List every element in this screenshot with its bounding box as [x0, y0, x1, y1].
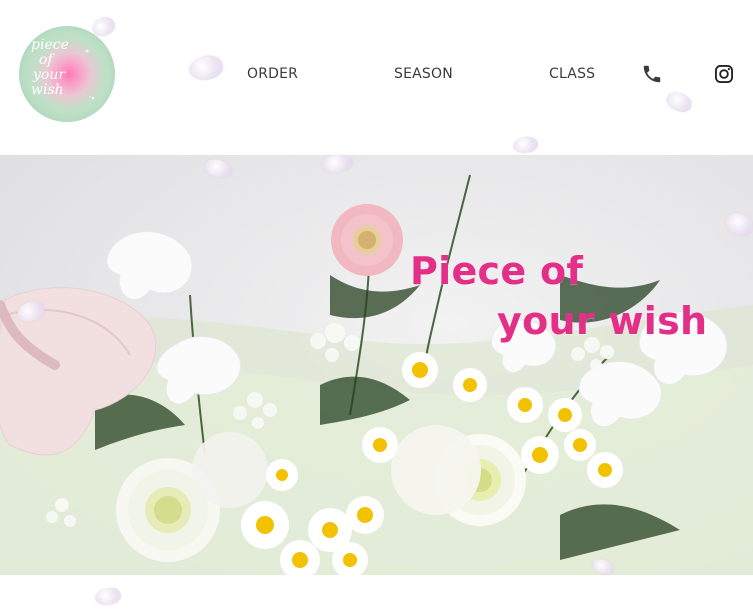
nav-season-link[interactable]: SEASON: [394, 66, 453, 82]
logo-sparkle-decoration: [85, 49, 95, 100]
page-root: piece of your wish ORDER SEASON CLASS Pi…: [0, 0, 753, 613]
nav-order-link[interactable]: ORDER: [247, 66, 298, 82]
flower-bouquet-image: [0, 174, 753, 575]
nav-class-link[interactable]: CLASS: [549, 66, 595, 82]
hero-banner: Piece of your wish: [0, 155, 753, 575]
instagram-icon[interactable]: [713, 63, 735, 85]
hero-title-line-1: Piece of: [410, 249, 584, 294]
hero-title-line-2: your wish: [497, 299, 708, 344]
phone-icon[interactable]: [641, 63, 663, 85]
brand-logo[interactable]: piece of your wish: [19, 26, 115, 122]
hero-title: Piece of your wish: [410, 246, 707, 346]
